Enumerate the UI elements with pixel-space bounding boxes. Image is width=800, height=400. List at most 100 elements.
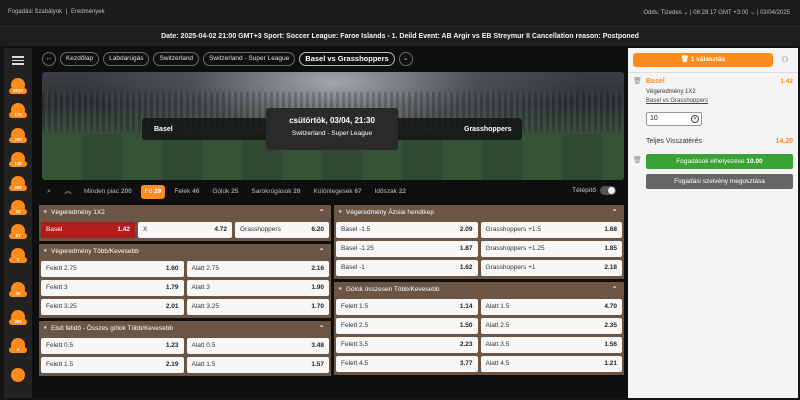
odd-button[interactable]: Felett 3.25 2.01: [41, 299, 184, 315]
sport-count: 1: [9, 257, 27, 263]
odd-button[interactable]: Alatt 2.75 2.16: [186, 261, 329, 277]
tab-all[interactable]: Minden piac 200: [80, 185, 136, 199]
chevron-up-icon[interactable]: ⌃: [318, 321, 325, 336]
odd-button[interactable]: Felett 1.5 2.19: [41, 357, 184, 373]
golf-icon[interactable]: [11, 368, 25, 382]
market-header[interactable]: Végeredmény 1X2⌃: [39, 205, 331, 220]
place-bet-button[interactable]: Fogadások elhelyezése 10.00: [646, 154, 793, 169]
top-settings[interactable]: Odds: Tizedes ⌄ | 08:28:17 GMT +3:00 ⌄ |…: [643, 9, 790, 16]
chevron-up-icon[interactable]: ⌃: [318, 205, 325, 220]
market-header[interactable]: Végeredmény Több/Kevesebb⌃: [39, 244, 331, 259]
rules-link[interactable]: Fogadási Szabályok: [8, 9, 62, 15]
sport-count: 25: [9, 291, 27, 297]
odd-button[interactable]: Alatt 1.5 4.70: [480, 299, 622, 315]
match-league: Switzerland - Super League: [291, 130, 373, 137]
chevron-up-icon[interactable]: ⌃: [318, 244, 325, 259]
chevron-up-icon[interactable]: ⌃: [611, 205, 618, 220]
sport-count: 61: [9, 233, 27, 239]
market-body: Felett 1.5 1.14 Alatt 1.5 4.70 Felett 2.5 1…: [334, 297, 624, 375]
breadcrumb-match[interactable]: Basel vs Grasshoppers: [299, 52, 395, 66]
divider: [628, 72, 798, 73]
sport-count: 609: [9, 185, 27, 191]
clear-icon[interactable]: ✕: [691, 115, 699, 123]
total-return-label: Teljes Visszatérés: [646, 138, 702, 145]
breadcrumb-soccer[interactable]: Labdarúgás: [103, 52, 150, 66]
toggle-switch[interactable]: [600, 186, 616, 195]
tab-main[interactable]: Fő 29: [140, 185, 166, 199]
chevron-down-icon[interactable]: ⌄: [398, 52, 413, 66]
market-header[interactable]: Végeredmény Ázsiai hendikep⌃: [334, 205, 624, 220]
market-body: Felett 0.5 1.23 Alatt 0.5 3.48 Felett 1.5 2…: [39, 336, 331, 376]
odd-button[interactable]: Alatt 3.5 1.56: [480, 337, 622, 353]
odd-button[interactable]: Basel -1.5 2.09: [336, 222, 478, 238]
odd-button[interactable]: Felett 2.5 1.50: [336, 318, 478, 334]
market-body: Felett 2.75 1.60 Alatt 2.75 2.16 Felett 31…: [39, 259, 331, 318]
odd-button[interactable]: Basel -1 1.62: [336, 260, 478, 276]
odd-button[interactable]: Grasshoppers +1.5 1.68: [480, 222, 622, 238]
sport-count: 136: [9, 161, 27, 167]
selection-count-button[interactable]: 🗑 1 választás: [633, 53, 773, 67]
sport-count: 175: [9, 112, 27, 118]
total-return-value: 14.20: [775, 138, 793, 145]
odd-button[interactable]: Alatt 3.25 1.70: [186, 299, 329, 315]
sport-sidebar: 2010 175 290 136 609 10 61 1 25 358 4: [4, 48, 32, 398]
top-bar: Fogadási Szabályok | Eredmények Odds: Ti…: [0, 0, 800, 26]
odd-button[interactable]: Alatt 0.5 3.48: [186, 338, 329, 354]
bet-slip: 🗑 1 választás ⚇ 🗑 Basel 1.42 Végeredmény…: [628, 48, 798, 398]
user-icon[interactable]: ⚇: [778, 53, 792, 67]
left-markets: Végeredmény 1X2⌃ Basel1.42 X4.72 Grassho…: [39, 205, 331, 376]
odd-button[interactable]: Alatt 1.5 1.57: [186, 357, 329, 373]
slip-match-link[interactable]: Basel vs Grasshoppers: [646, 98, 708, 104]
sport-count: 10: [9, 209, 27, 215]
results-link[interactable]: Eredmények: [71, 9, 105, 15]
share-slip-button[interactable]: Fogadási szelvény megosztása: [646, 174, 793, 189]
chevron-up-icon[interactable]: ⌃: [611, 282, 618, 297]
cancellation-notice: Date: 2025-04-02 21:00 GMT+3 Sport: Socc…: [0, 26, 800, 46]
away-team: Grasshoppers: [464, 126, 512, 133]
bet-builder-toggle[interactable]: Tétépítő: [572, 186, 616, 195]
odd-button[interactable]: Felett 1.5 1.14: [336, 299, 478, 315]
market-tabs: ⌕ ︽ Minden piac 200 Fő 29 Felek 46 Gólok…: [42, 183, 624, 201]
odd-button[interactable]: Felett 2.75 1.60: [41, 261, 184, 277]
tab-specials[interactable]: Különlegesek 67: [310, 185, 366, 199]
tab-goals[interactable]: Gólok 25: [208, 185, 242, 199]
odd-button[interactable]: Grasshoppers +1.25 1.85: [480, 241, 622, 257]
odd-button[interactable]: Felett 3 1.79: [41, 280, 184, 296]
breadcrumb-country[interactable]: Switzerland: [153, 52, 200, 66]
odd-button[interactable]: Alatt 2.5 2.35: [480, 318, 622, 334]
match-info: csütörtök, 03/04, 21:30 Switzerland - Su…: [266, 108, 398, 150]
odd-button[interactable]: Felett 0.5 1.23: [41, 338, 184, 354]
market-header[interactable]: Gólok összesen Több/Kevesebb⌃: [334, 282, 624, 297]
market-body: Basel -1.5 2.09 Grasshoppers +1.5 1.68 Bas…: [334, 220, 624, 279]
slip-odds: 1.42: [780, 78, 793, 85]
hamburger-menu-icon[interactable]: [12, 56, 24, 65]
odd-button[interactable]: Alatt 4.5 1.21: [480, 356, 622, 372]
trash-icon[interactable]: 🗑: [633, 77, 642, 85]
market-header[interactable]: Első félidő - Összes gólok Több/Kevesebb…: [39, 321, 331, 336]
odd-button[interactable]: X 4.72: [138, 222, 232, 238]
tab-corners[interactable]: Sarokrúgások 26: [247, 185, 304, 199]
sport-count: 358: [9, 319, 27, 325]
odd-button[interactable]: Basel 1.42: [41, 222, 135, 238]
search-icon[interactable]: ⌕: [42, 185, 56, 199]
tab-teams[interactable]: Felek 46: [170, 185, 203, 199]
slip-selection: Basel: [646, 78, 665, 85]
sport-count: 290: [9, 137, 27, 143]
trash-icon[interactable]: 🗑: [633, 156, 642, 164]
back-arrow-icon[interactable]: ←: [42, 52, 56, 66]
collapse-icon[interactable]: ︽: [61, 185, 75, 199]
odd-button[interactable]: Alatt 3 1.90: [186, 280, 329, 296]
odd-button[interactable]: Grasshoppers 6.20: [235, 222, 329, 238]
odd-button[interactable]: Felett 3.5 2.23: [336, 337, 478, 353]
top-links: Fogadási Szabályok | Eredmények: [8, 9, 107, 15]
odd-button[interactable]: Basel -1.25 1.87: [336, 241, 478, 257]
trash-icon: 🗑: [680, 56, 691, 63]
breadcrumb: ← Kezdőlap Labdarúgás Switzerland Switze…: [42, 51, 413, 67]
breadcrumb-league[interactable]: Switzerland - Super League: [203, 52, 296, 66]
separator: |: [65, 9, 68, 15]
breadcrumb-home[interactable]: Kezdőlap: [60, 52, 100, 66]
odd-button[interactable]: Grasshoppers +1 2.18: [480, 260, 622, 276]
odd-button[interactable]: Felett 4.5 3.77: [336, 356, 478, 372]
tab-periods[interactable]: Időszak 22: [371, 185, 410, 199]
market-body: Basel 1.42 X 4.72 Grasshoppers 6.20: [39, 220, 331, 241]
